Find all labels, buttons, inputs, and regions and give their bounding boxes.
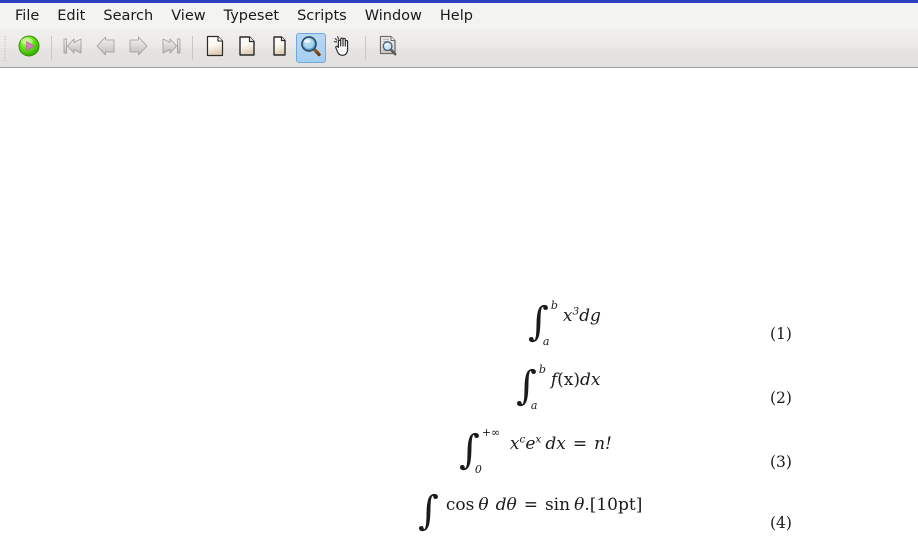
actual-size-icon (267, 34, 291, 62)
integral-upper-limit-2: b (538, 362, 546, 376)
integrand-base-3b: e (525, 434, 536, 454)
toolbar-drag-handle[interactable] (0, 29, 10, 68)
search-document-icon (376, 34, 400, 62)
theta-variable-4b: θ (574, 495, 585, 515)
last-page-button[interactable] (155, 33, 185, 63)
toolbar (0, 29, 918, 68)
equation-4-trailer: .[10pt] (584, 495, 643, 515)
equation-3-body: ∫ 0 +∞ xcex dx = n! (459, 426, 612, 476)
equation-number-3: (3) (770, 453, 792, 471)
first-page-button[interactable] (59, 33, 89, 63)
fit-to-window-icon (235, 34, 259, 62)
toolbar-separator-3 (365, 36, 366, 60)
menu-file[interactable]: File (6, 5, 48, 28)
differential-2: dx (580, 370, 601, 390)
equation-2-body: ∫ a b f(x)dx (516, 363, 601, 412)
menu-edit[interactable]: Edit (48, 5, 94, 28)
integral-upper-limit-3: +∞ (481, 425, 501, 439)
previous-page-icon (94, 35, 118, 61)
typeset-run-icon (17, 34, 41, 62)
differential-1: dg (579, 306, 601, 326)
pdf-document-view[interactable]: ∫ a b x3dg (1) ∫ a b f(x)dx (2) ∫ 0 +∞ x… (0, 68, 918, 559)
equation-number-4: (4) (770, 514, 792, 532)
first-page-icon (62, 35, 86, 61)
equation-number-1: (1) (770, 325, 792, 343)
integrand-base-3: x (509, 434, 520, 454)
menu-window[interactable]: Window (356, 5, 431, 28)
typeset-run-button[interactable] (14, 33, 44, 63)
fit-to-width-button[interactable] (200, 33, 230, 63)
toolbar-separator-2 (192, 36, 193, 60)
equals-sign-4: = (523, 495, 538, 515)
menu-view[interactable]: View (162, 5, 214, 28)
integral-sign-4: ∫ (418, 488, 439, 534)
equals-sign-3: = (572, 434, 588, 454)
pdf-page: ∫ a b x3dg (1) ∫ a b f(x)dx (2) ∫ 0 +∞ x… (0, 68, 918, 559)
equation-number-2: (2) (770, 389, 792, 407)
next-page-button[interactable] (123, 33, 153, 63)
menu-scripts[interactable]: Scripts (288, 5, 356, 28)
previous-page-button[interactable] (91, 33, 121, 63)
magnify-tool-icon (299, 34, 323, 62)
integrand-base-1: x (562, 306, 573, 326)
equation-3-rhs: n! (594, 434, 612, 454)
equation-1-body: ∫ a b x3dg (528, 299, 601, 348)
integral-lower-limit-1: a (542, 334, 550, 348)
last-page-icon (158, 35, 182, 61)
pan-hand-tool-icon (331, 34, 355, 62)
fit-to-width-icon (203, 34, 227, 62)
texworks-pdf-preview-window: File Edit Search View Typeset Scripts Wi… (0, 0, 918, 559)
toolbar-separator-1 (51, 36, 52, 60)
menubar: File Edit Search View Typeset Scripts Wi… (0, 3, 918, 29)
integral-lower-limit-3: 0 (474, 462, 482, 476)
equation-4-body: ∫ cos θ dθ = sin θ.[10pt] (418, 488, 643, 534)
differential-4: dθ (495, 495, 517, 515)
cos-function-4: cos (445, 495, 475, 515)
integral-lower-limit-2: a (530, 398, 538, 412)
integral-upper-limit-1: b (550, 298, 558, 312)
integrand-exponent-3b: x (535, 433, 542, 446)
menu-help[interactable]: Help (431, 5, 482, 28)
sin-function-4: sin (544, 495, 571, 515)
next-page-icon (126, 35, 150, 61)
pan-hand-tool-button[interactable] (328, 33, 358, 63)
differential-3: dx (545, 434, 566, 454)
menu-search[interactable]: Search (94, 5, 162, 28)
menu-typeset[interactable]: Typeset (215, 5, 288, 28)
actual-size-button[interactable] (264, 33, 294, 63)
search-document-button[interactable] (373, 33, 403, 63)
fit-to-window-button[interactable] (232, 33, 262, 63)
integrand-argument-2: (x) (557, 370, 580, 390)
magnify-tool-button[interactable] (296, 33, 326, 63)
theta-variable-4: θ (478, 495, 489, 515)
